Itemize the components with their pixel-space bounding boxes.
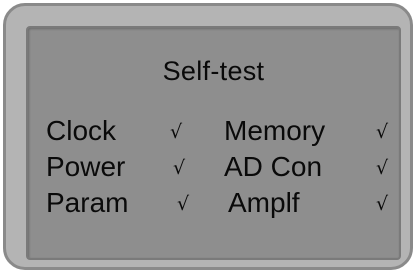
test-item-power-label: Power (46, 151, 126, 182)
test-item-power-check-icon: √ (173, 157, 186, 179)
test-item-amplf-check-icon: √ (376, 193, 389, 215)
test-item-clock-check-icon: √ (170, 121, 183, 143)
test-item-adcon-label: AD Con (224, 151, 323, 182)
test-item-amplf-label: Amplf (228, 187, 300, 218)
screen-title: Self-test (162, 56, 265, 86)
device-bezel: Self-test Clock √ Memory √ Power √ AD Co… (3, 3, 413, 270)
test-item-adcon-check-icon: √ (376, 157, 389, 179)
test-item-memory-label: Memory (224, 115, 326, 146)
test-item-param-check-icon: √ (177, 193, 190, 215)
self-test-screen: Self-test Clock √ Memory √ Power √ AD Co… (26, 26, 401, 260)
test-item-param-label: Param (46, 187, 129, 218)
test-item-clock-label: Clock (46, 115, 117, 146)
test-item-memory-check-icon: √ (376, 121, 389, 143)
